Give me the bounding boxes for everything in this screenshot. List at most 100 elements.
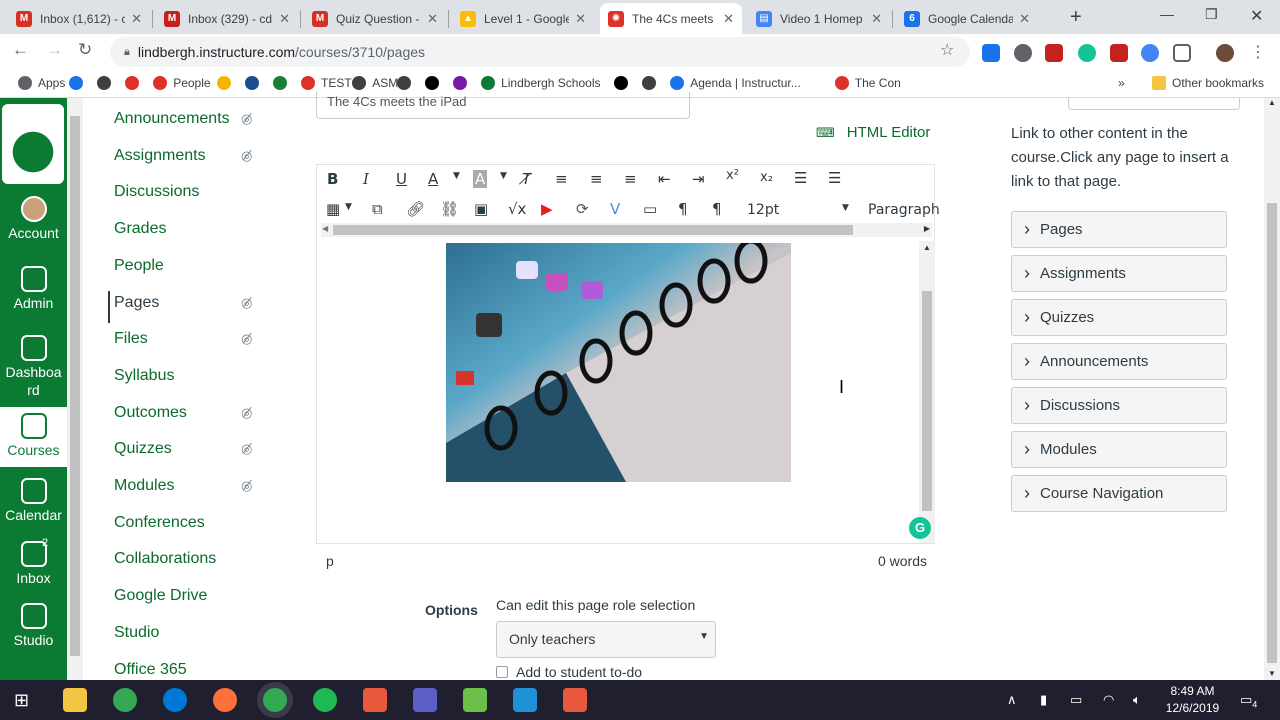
back-button[interactable]: ← (12, 40, 29, 60)
pocket-icon[interactable] (1173, 44, 1191, 62)
block-format-select[interactable]: Paragraph (868, 202, 940, 218)
table-icon[interactable]: ▦ (326, 200, 340, 218)
edge-icon[interactable] (163, 688, 187, 712)
align-center-icon[interactable]: ≡ (590, 170, 603, 188)
editor-content-area[interactable]: I (317, 241, 919, 543)
more-bookmarks-icon[interactable]: » (1118, 76, 1125, 90)
ipad-notebook-photo[interactable] (446, 243, 791, 482)
sidebar-section-quizzes[interactable]: › Quizzes (1011, 299, 1227, 336)
camtasia-red-icon[interactable] (563, 688, 587, 712)
reload-button[interactable]: ↻ (78, 40, 92, 60)
lti-tool-icon[interactable]: V (610, 200, 620, 218)
menu-icon[interactable]: ⋮ (1250, 42, 1268, 61)
background-color-dropdown-icon[interactable]: ▼ (500, 171, 507, 181)
editor-horizontal-scrollbar[interactable]: ◀ ▶ (321, 223, 932, 237)
taskbar-clock[interactable]: 8:49 AM 12/6/2019 (1165, 683, 1220, 717)
forward-button[interactable]: → (46, 40, 63, 60)
camtasia-icon[interactable] (463, 688, 487, 712)
course-nav-assignments[interactable]: Assignments (114, 147, 206, 165)
volume-icon[interactable]: 🔈︎ (1133, 692, 1141, 708)
chrome-icon[interactable] (113, 688, 137, 712)
lindbergh-logo[interactable] (2, 104, 64, 184)
sidebar-section-course-navigation[interactable]: › Course Navigation (1011, 475, 1227, 512)
global-nav-scrollbar[interactable] (67, 98, 83, 680)
battery-icon[interactable]: ▭ (1070, 692, 1082, 708)
global-nav-calendar[interactable]: Calendar (0, 478, 67, 524)
close-tab-icon[interactable]: ✕ (575, 11, 586, 27)
notifications-icon[interactable]: ▭4 (1240, 692, 1257, 710)
profile-avatar[interactable] (1216, 44, 1234, 62)
role-select[interactable]: Only teachers ▼ (496, 621, 716, 658)
video-icon[interactable]: ▭ (643, 200, 657, 218)
restore-button[interactable]: ❐ (1205, 6, 1218, 23)
close-window-button[interactable]: ✕ (1250, 6, 1263, 26)
link-icon[interactable]: 🔗︎ (406, 200, 425, 218)
extension-icon[interactable] (1141, 44, 1159, 62)
new-tab-button[interactable]: + (1070, 6, 1082, 29)
firefox-icon[interactable] (213, 688, 237, 712)
align-left-icon[interactable]: ≡ (555, 170, 568, 188)
other-bookmarks[interactable]: Other bookmarks (1152, 76, 1264, 90)
italic-icon[interactable]: I (363, 170, 369, 188)
bookmark-star-icon[interactable]: ☆ (940, 40, 954, 60)
student-todo-checkbox[interactable]: Add to student to-do (496, 664, 642, 680)
bookmark-item[interactable]: TEST (301, 76, 352, 90)
bookmark-item[interactable]: The Con (834, 76, 901, 90)
bookmark-item[interactable] (397, 76, 417, 90)
image-icon[interactable]: ▣ (474, 200, 488, 218)
course-nav-files[interactable]: Files (114, 330, 148, 348)
grammarly-extension-icon[interactable] (1078, 44, 1096, 62)
indent-icon[interactable]: ⇥ (692, 170, 705, 188)
outdent-icon[interactable]: ⇤ (658, 170, 671, 188)
global-nav-account[interactable]: Account (0, 196, 67, 242)
bookmark-item[interactable] (245, 76, 265, 90)
course-nav-announcements[interactable]: Announcements (114, 110, 230, 128)
global-nav-admin[interactable]: Admin (0, 266, 67, 312)
bookmark-item[interactable] (273, 76, 293, 90)
bookmark-item[interactable]: Lindbergh Schools (481, 76, 601, 90)
snagit-icon[interactable] (363, 688, 387, 712)
extension-icon[interactable] (982, 44, 1000, 62)
extension-icon[interactable] (1110, 44, 1128, 62)
course-nav-quizzes[interactable]: Quizzes (114, 440, 172, 458)
subscript-icon[interactable]: x₂ (760, 170, 773, 185)
address-bar[interactable]: 🔒︎ lindbergh.instructure.com/courses/371… (110, 37, 970, 67)
course-nav-office-365[interactable]: Office 365 (114, 661, 187, 679)
sidebar-section-discussions[interactable]: › Discussions (1011, 387, 1227, 424)
extension-icon[interactable] (1045, 44, 1063, 62)
teams-icon[interactable] (413, 688, 437, 712)
element-path[interactable]: p (326, 553, 334, 569)
align-right-icon[interactable]: ≡ (624, 170, 637, 188)
course-nav-people[interactable]: People (114, 257, 164, 275)
bold-icon[interactable]: B (327, 170, 338, 188)
minimize-button[interactable]: — (1160, 6, 1174, 22)
sidebar-section-announcements[interactable]: › Announcements (1011, 343, 1227, 380)
browser-tab[interactable]: M Inbox (329) - cd ✕ (156, 3, 298, 34)
tray-chevron-icon[interactable]: ∧ (1007, 692, 1017, 708)
course-nav-studio[interactable]: Studio (114, 624, 159, 642)
checkbox-icon[interactable] (496, 666, 508, 678)
sidebar-section-modules[interactable]: › Modules (1011, 431, 1227, 468)
bookmark-item[interactable] (97, 76, 117, 90)
windows-start-icon[interactable]: ⊞ (14, 690, 29, 711)
close-tab-icon[interactable]: ✕ (723, 11, 734, 27)
browser-tab[interactable]: ▲ Level 1 - Google ✕ (452, 3, 594, 34)
course-nav-collaborations[interactable]: Collaborations (114, 550, 216, 568)
background-color-icon[interactable]: A (473, 170, 488, 188)
unlink-icon[interactable]: ⛓ (440, 200, 459, 218)
text-color-icon[interactable]: A (428, 170, 438, 188)
course-nav-grades[interactable]: Grades (114, 220, 166, 238)
bullet-list-icon[interactable]: ☰ (794, 169, 807, 187)
font-size-select[interactable]: 12pt (747, 202, 779, 218)
bookmark-item[interactable] (614, 76, 634, 90)
course-nav-syllabus[interactable]: Syllabus (114, 367, 174, 385)
html-editor-link[interactable]: ⌨ HTML Editor (816, 124, 930, 141)
page-scrollbar[interactable]: ▲ ▼ (1264, 98, 1280, 680)
extension-icon[interactable] (1014, 44, 1032, 62)
bookmark-item[interactable] (453, 76, 473, 90)
file-explorer-icon[interactable] (63, 688, 87, 712)
browser-tab[interactable]: M Inbox (1,612) - cd ✕ (8, 3, 150, 34)
text-color-dropdown-icon[interactable]: ▼ (453, 171, 460, 181)
bookmark-item[interactable] (642, 76, 662, 90)
close-tab-icon[interactable]: ✕ (871, 11, 882, 27)
